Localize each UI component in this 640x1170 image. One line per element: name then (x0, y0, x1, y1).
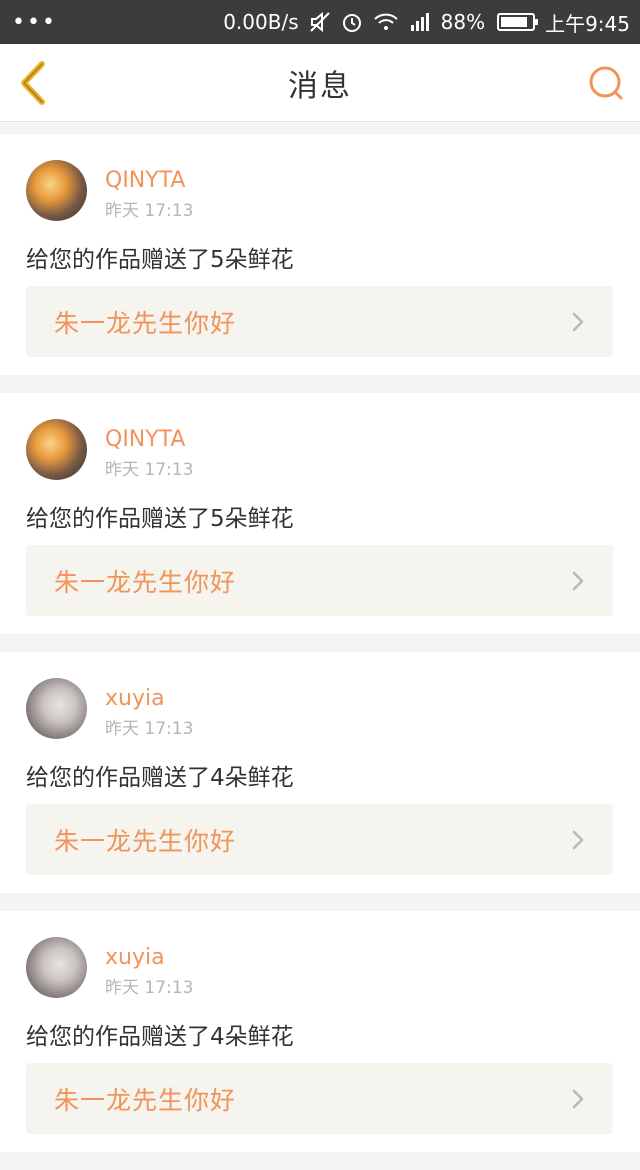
avatar[interactable] (26, 419, 87, 480)
timestamp: 昨天 17:13 (105, 978, 194, 998)
work-link[interactable]: 朱一龙先生你好 (26, 804, 613, 875)
status-menu-dots: ••• (12, 9, 57, 35)
net-speed: 0.00B/s (223, 10, 299, 34)
chevron-right-icon (572, 1089, 584, 1108)
chevron-right-icon (572, 571, 584, 590)
wifi-icon (373, 11, 399, 33)
chevron-right-icon (572, 312, 584, 331)
avatar[interactable] (26, 160, 87, 221)
work-title: 朱一龙先生你好 (54, 826, 237, 856)
timestamp: 昨天 17:13 (105, 460, 194, 480)
username[interactable]: xuyia (105, 686, 165, 711)
mute-icon (309, 11, 331, 33)
notification-list: QINYTA 昨天 17:13 给您的作品赠送了5朵鲜花 朱一龙先生你好 QIN… (0, 134, 640, 1170)
battery-icon (497, 13, 539, 31)
notification-item: QINYTA 昨天 17:13 给您的作品赠送了5朵鲜花 朱一龙先生你好 (0, 393, 640, 634)
battery-percent: 88% (440, 10, 486, 34)
notification-item: xuyia 昨天 17:13 给您的作品赠送了4朵鲜花 朱一龙先生你好 (0, 652, 640, 893)
page-title: 消息 (288, 68, 352, 104)
work-link[interactable]: 朱一龙先生你好 (26, 286, 613, 357)
timestamp: 昨天 17:13 (105, 719, 194, 739)
username[interactable]: xuyia (105, 945, 165, 970)
username[interactable]: QINYTA (105, 427, 185, 452)
notification-message: 给您的作品赠送了5朵鲜花 (26, 506, 294, 532)
chevron-right-icon (572, 830, 584, 849)
signal-icon (409, 11, 431, 33)
status-bar: ••• 0.00B/s 88% 上午9:45 (0, 0, 640, 44)
notification-item: xuyia 昨天 17:13 给您的作品赠送了4朵鲜花 朱一龙先生你好 (0, 911, 640, 1152)
avatar[interactable] (26, 937, 87, 998)
timestamp: 昨天 17:13 (105, 201, 194, 221)
chevron-left-icon (21, 61, 45, 105)
avatar[interactable] (26, 678, 87, 739)
back-button[interactable] (16, 60, 52, 106)
work-link[interactable]: 朱一龙先生你好 (26, 1063, 613, 1134)
search-button[interactable] (586, 64, 626, 104)
work-link[interactable]: 朱一龙先生你好 (26, 545, 613, 616)
search-icon (589, 66, 623, 100)
alarm-icon (341, 11, 363, 33)
clock: 上午9:45 (545, 11, 630, 36)
header: 消息 (0, 44, 640, 122)
notification-message: 给您的作品赠送了4朵鲜花 (26, 765, 294, 791)
work-title: 朱一龙先生你好 (54, 1085, 237, 1115)
work-title: 朱一龙先生你好 (54, 567, 237, 597)
username[interactable]: QINYTA (105, 168, 185, 193)
notification-item: QINYTA 昨天 17:13 给您的作品赠送了5朵鲜花 朱一龙先生你好 (0, 134, 640, 375)
notification-message: 给您的作品赠送了5朵鲜花 (26, 247, 294, 273)
notification-message: 给您的作品赠送了4朵鲜花 (26, 1024, 294, 1050)
work-title: 朱一龙先生你好 (54, 308, 237, 338)
